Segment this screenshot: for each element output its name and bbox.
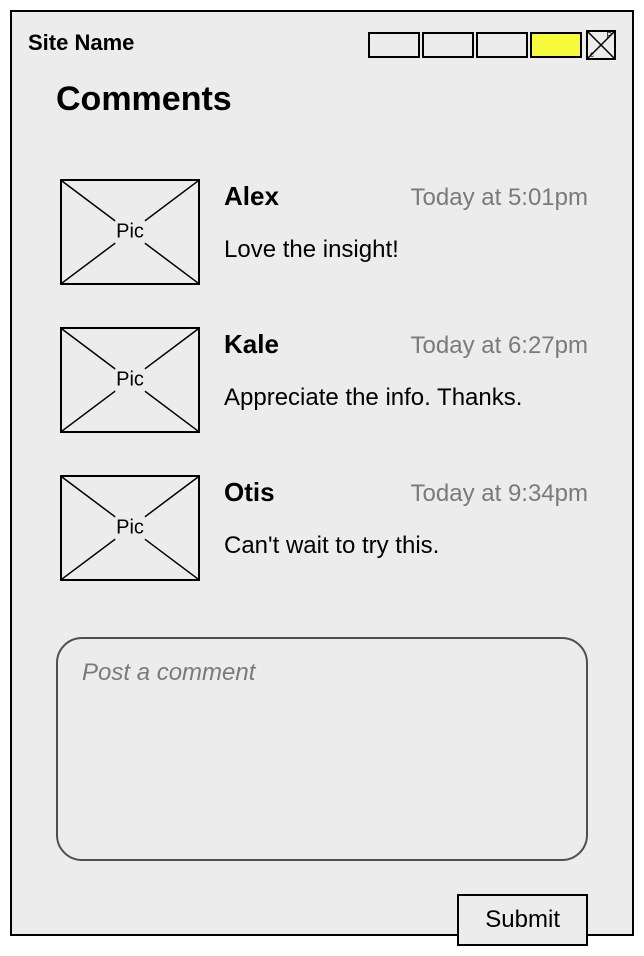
avatar: Pic (60, 327, 200, 433)
submit-button[interactable]: Submit (457, 894, 588, 946)
avatar-label: Pic (115, 221, 145, 244)
site-name: Site Name (28, 30, 134, 56)
comment-body: Kale Today at 6:27pm Appreciate the info… (224, 327, 588, 433)
comments-list: Pic Alex Today at 5:01pm Love the insigh… (28, 179, 616, 581)
comment-timestamp: Today at 5:01pm (411, 184, 588, 212)
page-title: Comments (56, 80, 616, 119)
comment-item: Pic Kale Today at 6:27pm Appreciate the … (60, 327, 588, 433)
nav-profile-icon[interactable]: P c (586, 30, 616, 60)
comment-body: Alex Today at 5:01pm Love the insight! (224, 179, 588, 285)
comment-author: Kale (224, 329, 279, 360)
app-frame: Site Name P c Comments Pic Alex Today at (10, 10, 634, 936)
avatar: Pic (60, 179, 200, 285)
avatar: Pic (60, 475, 200, 581)
header: Site Name P c (28, 30, 616, 60)
nav-tab-1[interactable] (368, 32, 420, 58)
nav-tab-3[interactable] (476, 32, 528, 58)
comment-text: Appreciate the info. Thanks. (224, 384, 588, 412)
comment-text: Love the insight! (224, 236, 588, 264)
comment-head: Alex Today at 5:01pm (224, 181, 588, 212)
comment-timestamp: Today at 9:34pm (411, 480, 588, 508)
avatar-label: Pic (115, 369, 145, 392)
comment-timestamp: Today at 6:27pm (411, 332, 588, 360)
compose-area: Submit (28, 637, 616, 946)
comment-head: Otis Today at 9:34pm (224, 477, 588, 508)
comment-text: Can't wait to try this. (224, 532, 588, 560)
nav-tab-2[interactable] (422, 32, 474, 58)
comment-item: Pic Otis Today at 9:34pm Can't wait to t… (60, 475, 588, 581)
comment-item: Pic Alex Today at 5:01pm Love the insigh… (60, 179, 588, 285)
submit-row: Submit (56, 894, 588, 946)
avatar-label: Pic (115, 517, 145, 540)
comment-head: Kale Today at 6:27pm (224, 329, 588, 360)
comment-author: Alex (224, 181, 279, 212)
comment-input[interactable] (56, 637, 588, 861)
comment-body: Otis Today at 9:34pm Can't wait to try t… (224, 475, 588, 581)
comment-author: Otis (224, 477, 275, 508)
top-nav: P c (368, 30, 616, 60)
nav-tab-4[interactable] (530, 32, 582, 58)
